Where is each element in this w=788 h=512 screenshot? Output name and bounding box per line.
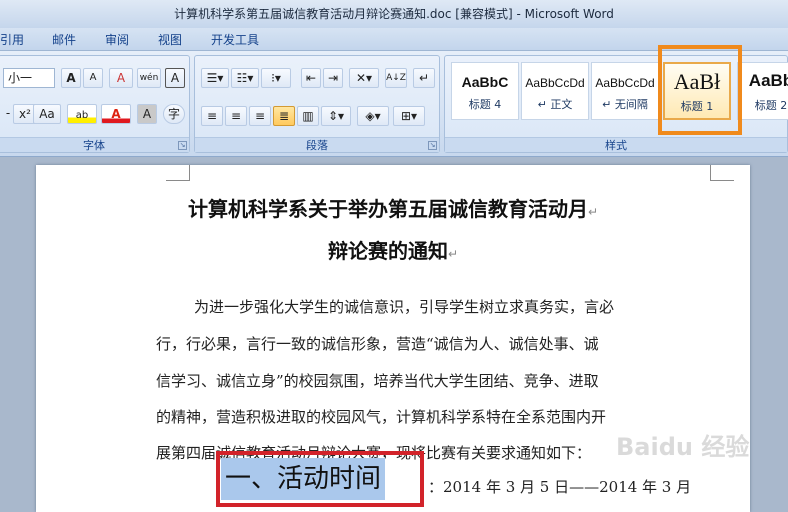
paragraph-group-label: 段落 (195, 137, 439, 152)
font-size-combo[interactable]: 小一 (3, 68, 55, 88)
font-group-label: 字体 (0, 137, 189, 152)
decrease-indent-button[interactable]: ⇤ (301, 68, 321, 88)
tab-references[interactable]: 引用 (0, 31, 24, 48)
style-heading-2[interactable]: AaBb 标题 2 (737, 62, 788, 120)
tab-developer[interactable]: 开发工具 (211, 31, 259, 48)
justify-icon: ≣ (278, 109, 290, 123)
multilevel-list-button[interactable]: ⁝▾ (261, 68, 291, 88)
font-color-icon: A (111, 107, 121, 121)
margin-corner (166, 165, 190, 181)
sort-button[interactable]: A↓Z (385, 68, 407, 88)
clear-format-button[interactable]: A (109, 68, 133, 88)
distributed-icon: ▥ (302, 109, 314, 123)
style-name: 标题 2 (754, 99, 788, 112)
align-left-button[interactable]: ≡ (201, 106, 223, 126)
chinese-layout-icon: ✕▾ (355, 71, 373, 85)
style-name: ↵ 正文 (537, 98, 573, 111)
align-right-button[interactable]: ≡ (249, 106, 271, 126)
style-sample: AaBbCcDd (525, 76, 585, 90)
justify-button[interactable]: ≣ (273, 106, 295, 126)
show-marks-button[interactable]: ↵ (413, 68, 435, 88)
char-shading-icon: A (142, 107, 152, 121)
font-dialog-launcher-icon[interactable]: ↘ (178, 141, 187, 150)
doc-title-line-2: 辩论赛的通知↵ (327, 239, 459, 263)
borders-button[interactable]: ⊞▾ (393, 106, 425, 126)
borders-icon: ⊞▾ (400, 109, 418, 123)
line-spacing-button[interactable]: ⇕▾ (321, 106, 351, 126)
margin-corner (710, 165, 734, 181)
decrease-indent-icon: ⇤ (305, 71, 317, 85)
shrink-font-button[interactable]: A (83, 68, 103, 88)
paragraph-group: ☰▾ ☷▾ ⁝▾ ⇤ ⇥ ✕▾ A↓Z ↵ ≡ ≡ ≡ ≣ ▥ ⇕▾ ◈▾ ⊞▾… (194, 55, 440, 153)
paragraph-line: 的精神，营造积极进取的校园风气，计算机科学系特在全系范围内开 (156, 408, 607, 426)
increase-indent-button[interactable]: ⇥ (323, 68, 343, 88)
style-heading-1-highlight (658, 45, 742, 135)
style-normal[interactable]: AaBbCcDd ↵ 正文 (521, 62, 589, 120)
numbering-button[interactable]: ☷▾ (231, 68, 259, 88)
style-sample: AaBbC (461, 74, 509, 90)
shading-button[interactable]: ◈▾ (357, 106, 389, 126)
change-case-icon: Aa (39, 107, 55, 121)
paragraph-line: 行，行必果，言行一致的诚信形象，营造“诚信为人、诚信处事、诚 (156, 335, 599, 353)
paragraph-line: 信学习、诚信立身”的校园氛围，培养当代大学生团结、竞争、进取 (156, 372, 599, 390)
chinese-layout-button[interactable]: ✕▾ (349, 68, 379, 88)
enclose-char-button[interactable]: 字 (163, 104, 185, 124)
highlighter-icon: ab (75, 110, 89, 121)
shrink-font-icon: A (89, 72, 97, 83)
char-shading-button[interactable]: A (137, 104, 157, 124)
distributed-button[interactable]: ▥ (297, 106, 319, 126)
bullets-button[interactable]: ☰▾ (201, 68, 229, 88)
phonetic-guide-icon: wén (139, 73, 159, 83)
sort-icon: A↓Z (386, 73, 406, 83)
title-bar: 计算机科学系第五届诚信教育活动月辩论赛通知.doc [兼容模式] - Micro… (0, 0, 788, 28)
window-title: 计算机科学系第五届诚信教育活动月辩论赛通知.doc [兼容模式] - Micro… (174, 7, 614, 21)
bullet-list-icon: ☰▾ (206, 71, 224, 85)
font-color-button[interactable]: A (101, 104, 131, 124)
increase-indent-icon: ⇥ (327, 71, 339, 85)
style-no-spacing[interactable]: AaBbCcDd ↵ 无间隔 (591, 62, 659, 120)
baidu-watermark: Baidu 经验 (616, 433, 750, 461)
tab-review[interactable]: 审阅 (105, 31, 129, 48)
selected-heading-highlight (216, 451, 424, 507)
paragraph-dialog-launcher-icon[interactable]: ↘ (428, 141, 437, 150)
char-border-button[interactable]: A (165, 68, 185, 88)
align-left-icon: ≡ (206, 109, 218, 123)
style-heading-4[interactable]: AaBbC 标题 4 (451, 62, 519, 120)
align-center-button[interactable]: ≡ (225, 106, 247, 126)
char-border-icon: A (170, 71, 180, 85)
change-case-button[interactable]: Aa (33, 104, 61, 124)
style-name: ↵ 无间隔 (602, 98, 648, 111)
tab-mailings[interactable]: 邮件 (52, 31, 76, 48)
style-sample: AaBbCcDd (595, 76, 655, 90)
align-right-icon: ≡ (254, 109, 266, 123)
paragraph-mark-icon: ↵ (418, 71, 430, 85)
strikethrough-icon[interactable]: - (3, 104, 13, 124)
paint-bucket-icon: ◈▾ (365, 109, 381, 123)
font-group: 小一 A A A wén A - x² ✕ Aa ab A A 字 字体 ↘ (0, 55, 190, 153)
style-name: 标题 4 (468, 98, 502, 111)
highlight-color-button[interactable]: ab (67, 104, 97, 124)
superscript-icon: x² (19, 107, 31, 121)
align-center-icon: ≡ (230, 109, 242, 123)
grow-font-icon: A (66, 71, 76, 85)
clear-format-icon: A (116, 71, 126, 85)
multilevel-list-icon: ⁝▾ (271, 71, 281, 85)
grow-font-button[interactable]: A (61, 68, 81, 88)
tab-view[interactable]: 视图 (158, 31, 182, 48)
enclose-char-icon: 字 (167, 107, 180, 121)
paragraph-line: 为进一步强化大学生的诚信意识，引导学生树立求真务实，言必 (194, 298, 615, 316)
styles-group-label: 样式 (445, 137, 787, 152)
phonetic-guide-button[interactable]: wén (137, 68, 161, 88)
line-spacing-icon: ⇕▾ (327, 109, 345, 123)
heading-continuation: ：2014 年 3 月 5 日——2014 年 3 月 (428, 478, 692, 496)
doc-title-line-1: 计算机科学系关于举办第五届诚信教育活动月↵ (187, 197, 599, 221)
style-sample: AaBb (748, 71, 788, 90)
numbered-list-icon: ☷▾ (236, 71, 254, 85)
